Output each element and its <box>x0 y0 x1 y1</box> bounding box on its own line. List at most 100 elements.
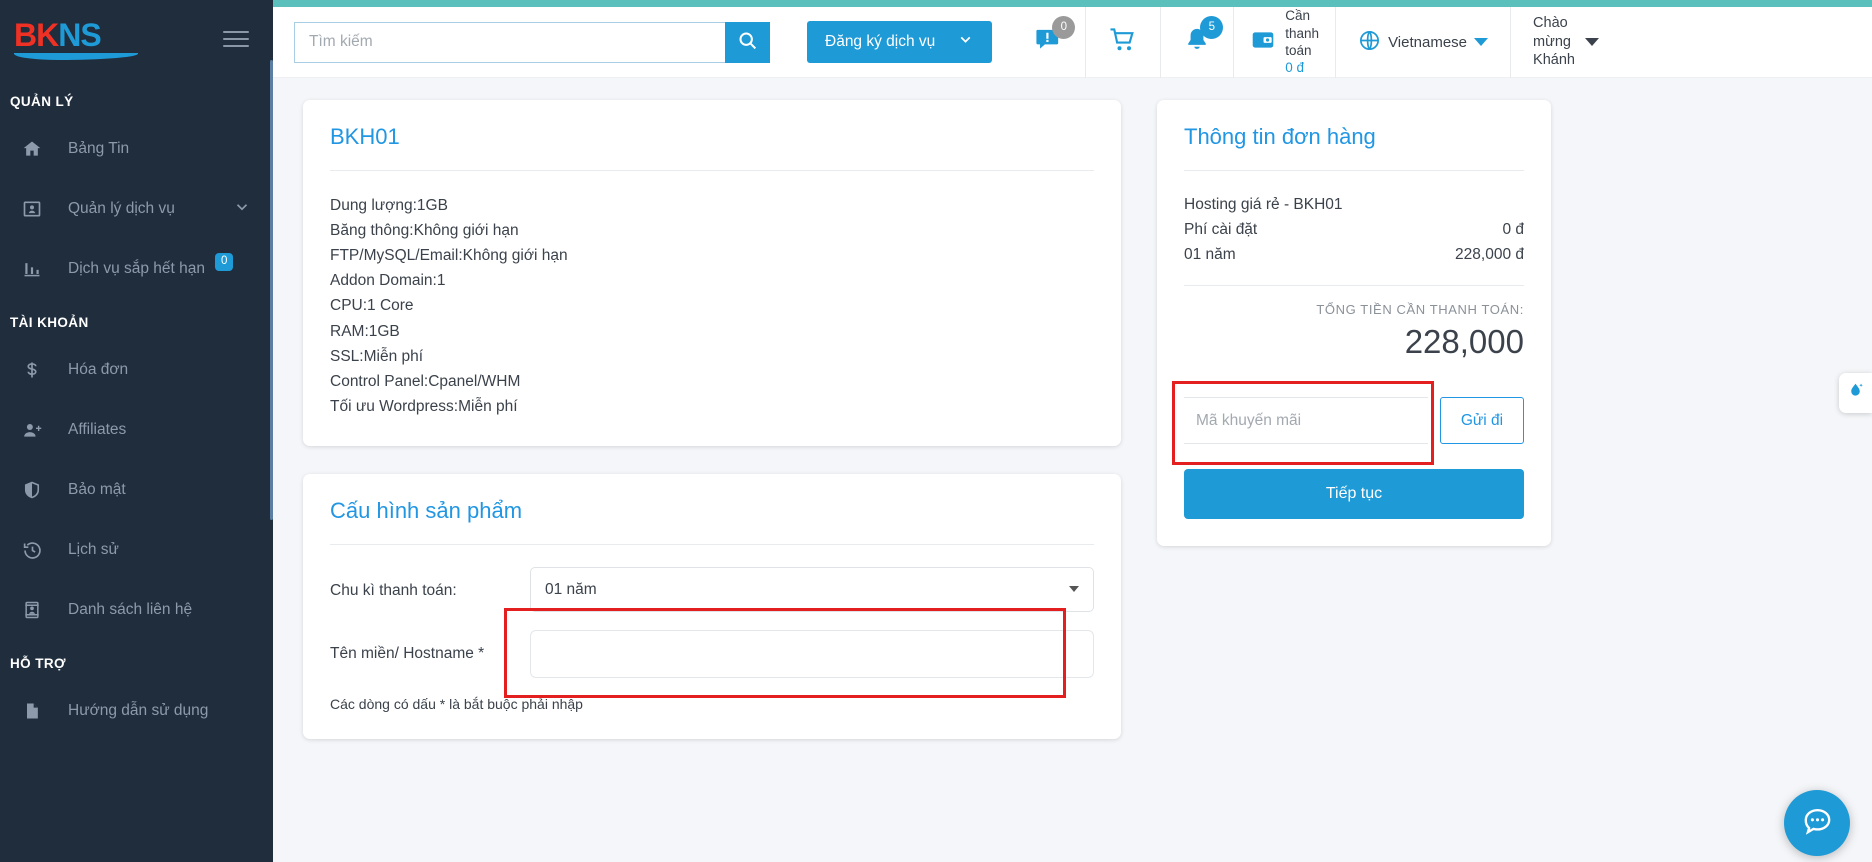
promo-code-input[interactable] <box>1184 397 1428 445</box>
billing-cycle-row: Chu kì thanh toán: 01 năm <box>330 566 1094 612</box>
search-input[interactable] <box>294 21 725 63</box>
product-config-card: Cấu hình sản phẩm Chu kì thanh toán: 01 … <box>303 473 1121 739</box>
sidebar-item-lich-su[interactable]: Lịch sử <box>0 520 273 580</box>
search-bar <box>294 21 770 63</box>
greeting-line1: Chào <box>1533 15 1568 32</box>
order-line: Hosting giá rẻ - BKH01 <box>1184 193 1524 218</box>
order-title: Thông tin đơn hàng <box>1184 124 1376 149</box>
spec-line: Dung lượng:1GB <box>330 197 448 214</box>
home-icon <box>18 137 46 161</box>
spec-line: Addon Domain:1 <box>330 272 446 290</box>
cart-icon <box>1108 25 1138 60</box>
search-button[interactable] <box>725 21 770 63</box>
sidebar-item-bang-tin[interactable]: Bảng Tin <box>0 119 273 179</box>
greeting-line3: Khánh <box>1533 52 1575 69</box>
wallet-icon <box>1250 27 1276 58</box>
sidebar-item-label: Hướng dẫn sử dụng <box>68 702 209 719</box>
right-column: Thông tin đơn hàng Hosting giá rẻ - BKH0… <box>1157 100 1551 862</box>
chevron-down-icon <box>233 198 251 221</box>
spec-line: CPU:1 Core <box>330 297 414 315</box>
greeting-line2: mừng <box>1533 33 1571 50</box>
bkns-logo[interactable]: BKNS <box>14 19 138 60</box>
water-drop-widget[interactable] <box>1839 373 1872 413</box>
app-root: BKNS QUẢN LÝ Bảng Tin Quản lý dịch vụ Dị… <box>0 0 1872 862</box>
wallet-label-line2: thanh <box>1285 25 1320 41</box>
user-menu[interactable]: Chào mừng Khánh <box>1511 7 1619 78</box>
spec-line: Control Panel:Cpanel/WHM <box>330 372 521 390</box>
sidebar-item-label: Bảng Tin <box>68 140 130 157</box>
status-badge: 0 <box>215 253 234 271</box>
spec-line: SSL:Miễn phí <box>330 347 424 365</box>
hamburger-menu-icon[interactable] <box>223 31 249 47</box>
billing-cycle-select[interactable]: 01 năm <box>530 566 1094 612</box>
sidebar-item-label: Lịch sử <box>68 541 119 558</box>
wallet-amount: 0 đ <box>1285 60 1305 76</box>
required-fields-note: Các dòng có dấu * là bắt buộc phải nhập <box>330 695 583 712</box>
page-title: BKH01 <box>330 124 400 149</box>
order-line-label: Phí cài đặt <box>1184 220 1258 238</box>
language-selector[interactable]: Vietnamese <box>1336 6 1512 78</box>
logo-text-bk: BK <box>14 16 59 53</box>
sidebar-item-danh-sach-lien-he[interactable]: Danh sách liên hệ <box>0 580 273 640</box>
globe-icon <box>1358 29 1381 56</box>
left-column: BKH01 Dung lượng:1GB Băng thông:Không gi… <box>303 100 1121 862</box>
total-amount: 228,000 <box>1404 323 1524 361</box>
language-label: Vietnamese <box>1388 33 1468 51</box>
wallet-label-line3: toán <box>1285 43 1312 58</box>
sidebar-section-title-quan-ly: QUẢN LÝ <box>10 94 74 109</box>
history-icon <box>18 538 46 562</box>
hostname-input[interactable] <box>530 629 1094 678</box>
sidebar-item-label: Quản lý dịch vụ <box>68 200 175 217</box>
sidebar-item-label: Hóa đơn <box>68 361 129 378</box>
total-label: TỔNG TIỀN CẦN THANH TOÁN: <box>1316 302 1524 318</box>
sidebar: BKNS QUẢN LÝ Bảng Tin Quản lý dịch vụ Dị… <box>0 0 273 862</box>
chat-bubble-icon <box>1801 804 1834 842</box>
order-summary-card: Thông tin đơn hàng Hosting giá rẻ - BKH0… <box>1157 100 1551 547</box>
order-line-label: Hosting giá rẻ - BKH01 <box>1184 196 1343 213</box>
contact-card-icon <box>18 197 46 221</box>
wallet-balance-button[interactable]: Cần thanh toán 0 đ <box>1234 6 1337 78</box>
spec-line: RAM:1GB <box>330 322 400 340</box>
chevron-down-icon <box>1474 38 1489 46</box>
sidebar-item-quan-ly-dich-vu[interactable]: Quản lý dịch vụ <box>0 179 273 239</box>
document-icon <box>18 699 46 723</box>
send-promo-button[interactable]: Gửi đi <box>1440 397 1524 445</box>
notification-count-badge: 5 <box>1200 15 1224 39</box>
sidebar-item-dich-vu-sap-het-han[interactable]: Dịch vụ sắp hết hạn 0 <box>0 239 273 299</box>
contacts-icon <box>18 598 46 622</box>
search-icon <box>737 30 758 54</box>
water-drop-icon <box>1846 381 1865 405</box>
register-service-button[interactable]: Đăng ký dịch vụ <box>807 21 993 63</box>
sidebar-item-label: Dịch vụ sắp hết hạn <box>68 260 206 277</box>
notifications-button[interactable]: 5 <box>1161 6 1235 78</box>
hostname-row: Tên miền/ Hostname * <box>330 607 1094 698</box>
order-line-value: 0 đ <box>1502 220 1524 238</box>
chat-widget-button[interactable] <box>1784 790 1850 856</box>
continue-button[interactable]: Tiếp tục <box>1184 469 1524 520</box>
divider <box>330 170 1094 171</box>
register-service-label: Đăng ký dịch vụ <box>825 33 936 50</box>
top-header: Đăng ký dịch vụ 0 <box>273 6 1872 78</box>
alerts-button[interactable]: 0 <box>1012 6 1087 78</box>
shield-icon <box>18 478 46 502</box>
sidebar-item-huong-dan-su-dung[interactable]: Hướng dẫn sử dụng <box>0 681 273 741</box>
chevron-down-icon <box>957 31 974 53</box>
sidebar-item-bao-mat[interactable]: Bảo mật <box>0 460 273 520</box>
spec-line: Băng thông:Không giới hạn <box>330 222 519 240</box>
dollar-icon <box>18 358 46 382</box>
billing-cycle-label: Chu kì thanh toán: <box>330 581 457 599</box>
sidebar-header: BKNS <box>0 0 273 78</box>
sidebar-item-label: Affiliates <box>68 421 127 438</box>
sidebar-section-title-ho-tro: HỖ TRỢ <box>10 656 66 671</box>
cart-button[interactable] <box>1086 6 1162 78</box>
product-summary-card: BKH01 Dung lượng:1GB Băng thông:Không gi… <box>303 100 1121 446</box>
alert-count-badge: 0 <box>1052 15 1076 39</box>
divider <box>1184 285 1524 287</box>
sidebar-item-hoa-don[interactable]: Hóa đơn <box>0 340 273 400</box>
order-line: 01 năm 228,000 đ <box>1184 243 1524 268</box>
user-plus-icon <box>18 418 46 442</box>
logo-text-ns: NS <box>58 16 101 53</box>
sidebar-item-affiliates[interactable]: Affiliates <box>0 400 273 460</box>
order-line-label: 01 năm <box>1184 245 1236 263</box>
config-title: Cấu hình sản phẩm <box>330 497 523 523</box>
